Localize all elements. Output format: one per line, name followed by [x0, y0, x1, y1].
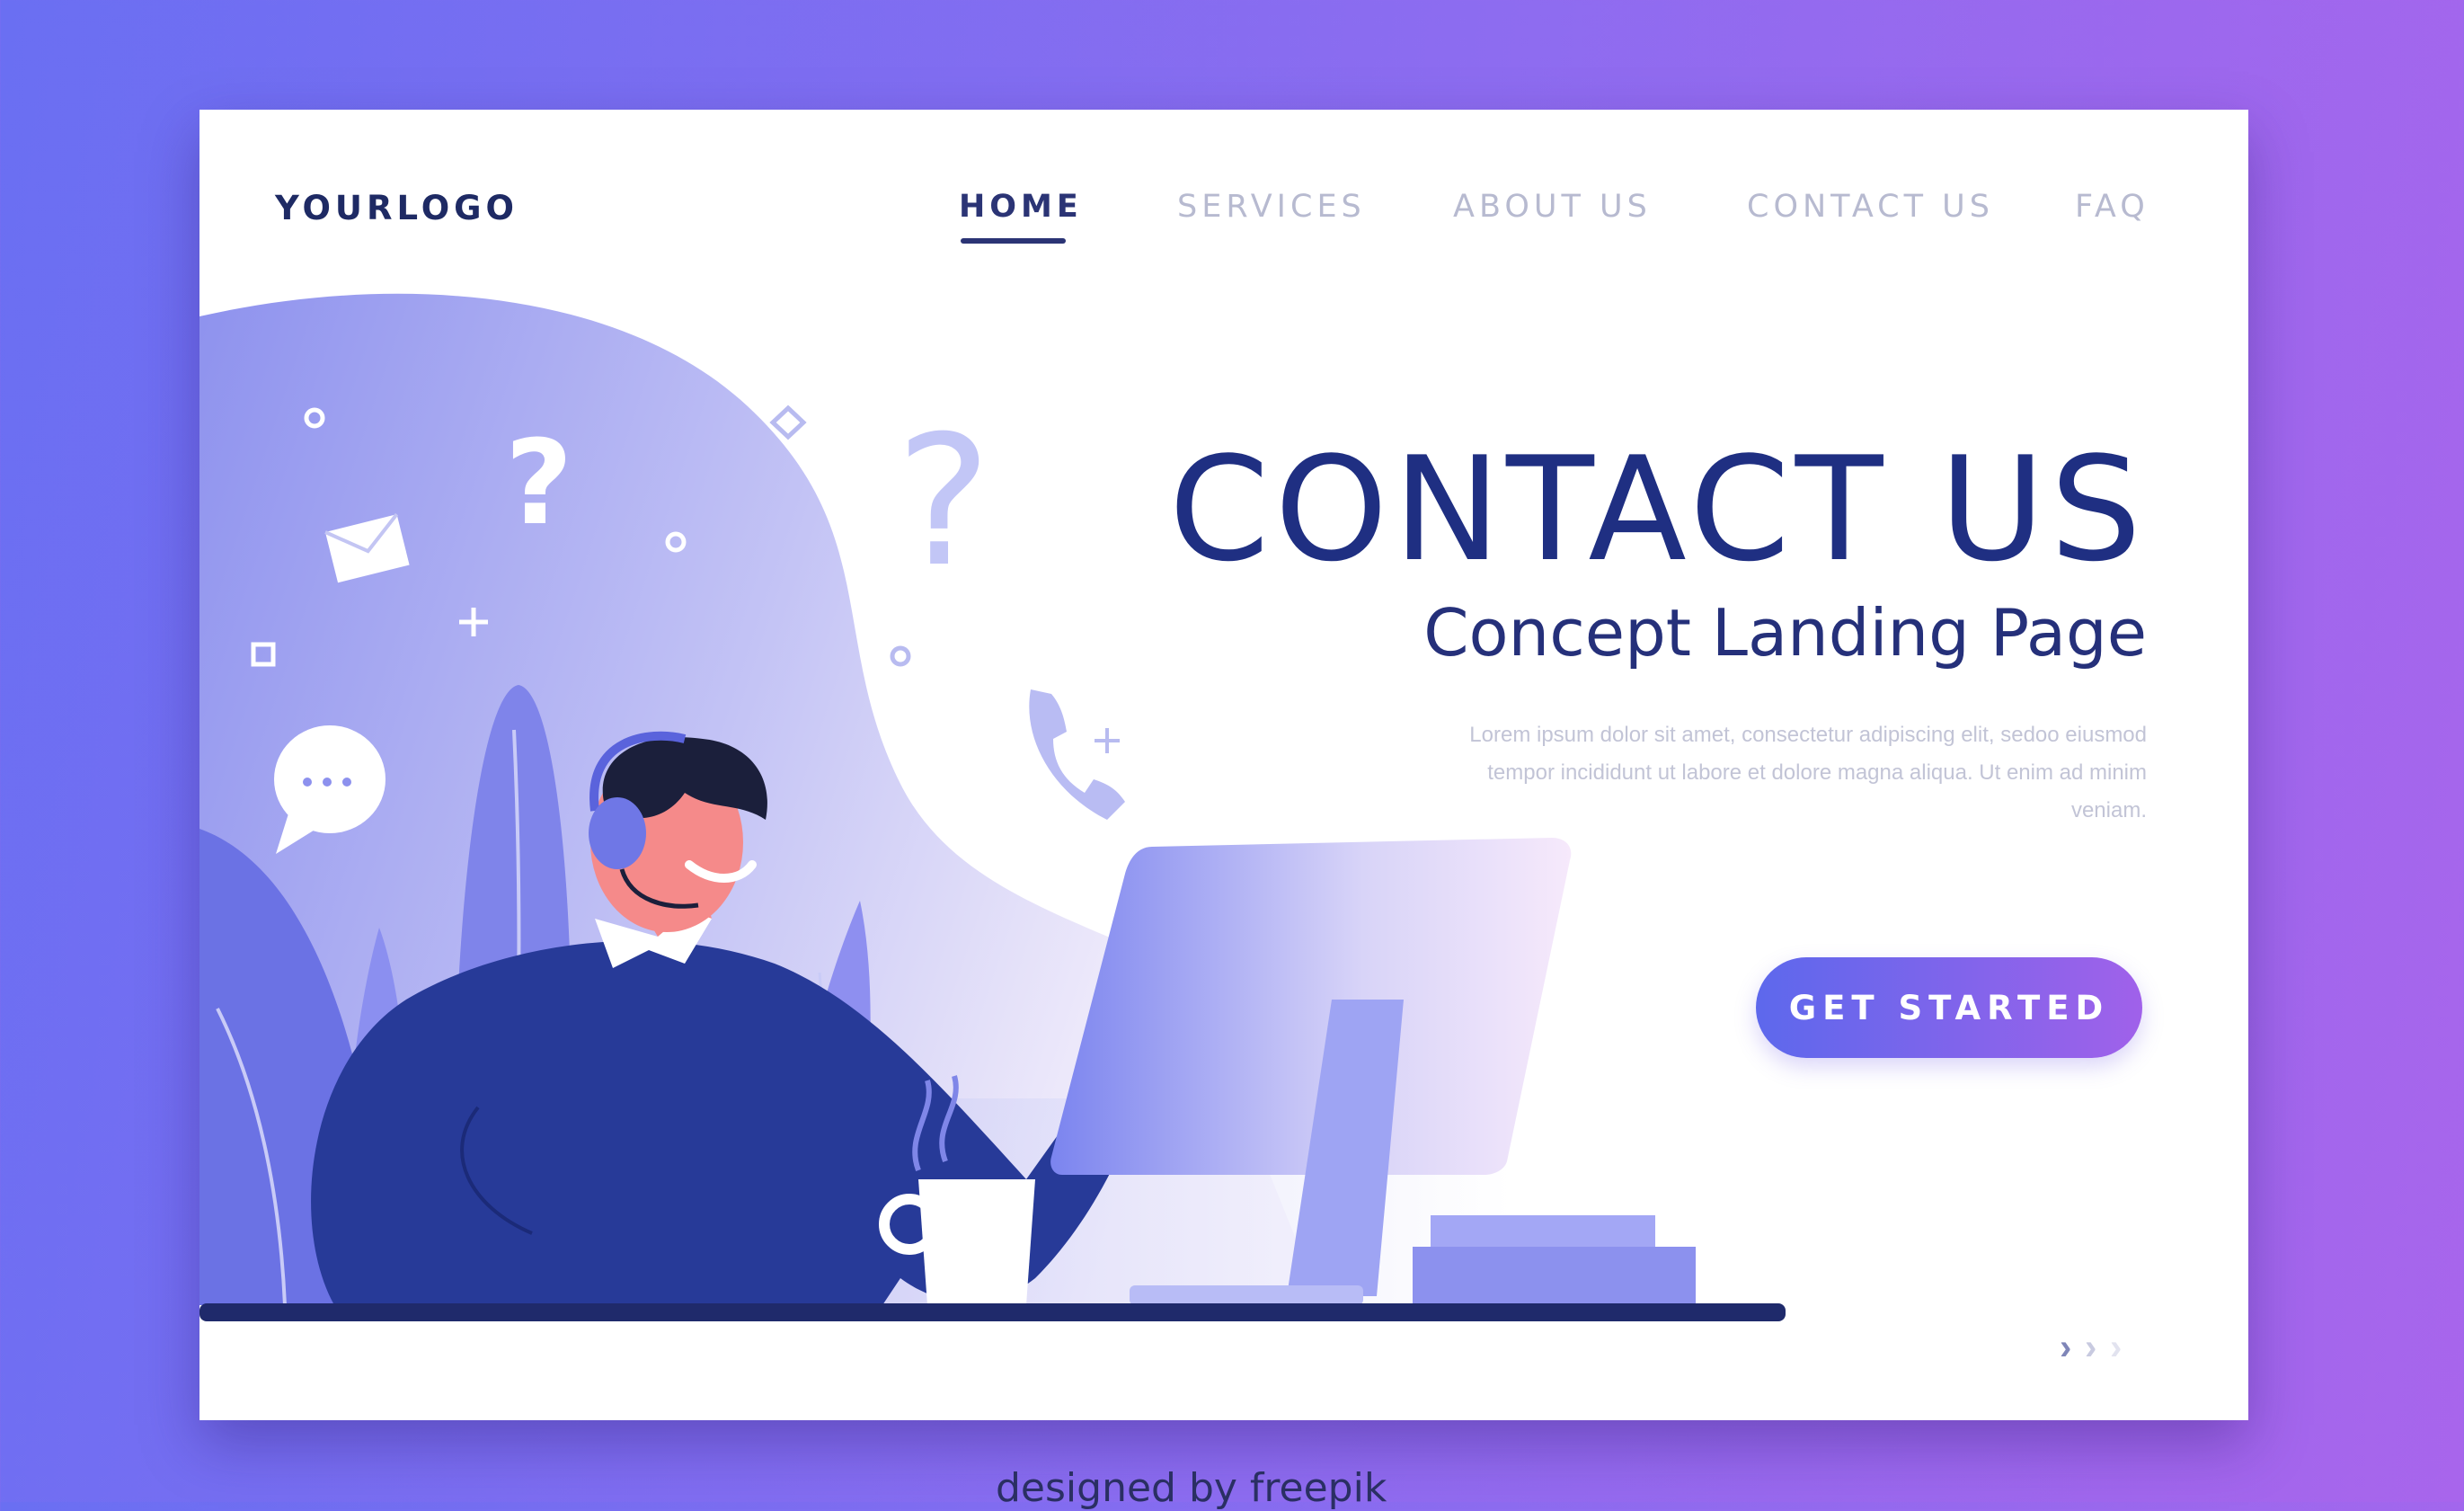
- diamond-icon: [769, 404, 807, 440]
- landing-page-card: ? ? YOURLOGO HOME SERVICES ABOUT US CONT…: [199, 110, 2248, 1420]
- plus-icon: [1095, 728, 1120, 753]
- nav-item-faq[interactable]: FAQ: [2075, 189, 2149, 225]
- chevron-right-icon[interactable]: ›: [2110, 1328, 2122, 1368]
- get-started-button[interactable]: GET STARTED: [1756, 957, 2142, 1058]
- hero-body-text: Lorem ipsum dolor sit amet, consectetur …: [1469, 723, 2147, 822]
- book-stack: [1413, 1215, 1696, 1305]
- nav-item-about-us[interactable]: ABOUT US: [1453, 189, 1652, 225]
- question-mark-icon: ?: [505, 414, 572, 551]
- active-nav-underline: [961, 238, 1066, 244]
- main-navigation: HOME SERVICES ABOUT US CONTACT US FAQ: [199, 189, 2248, 243]
- phone-icon: [1029, 689, 1125, 820]
- nav-item-home[interactable]: HOME: [959, 189, 1083, 225]
- hero-subtitle: Concept Landing Page: [1423, 595, 2147, 671]
- desk: [199, 1303, 1786, 1321]
- designer-credit: designed by freepik: [996, 1465, 1387, 1511]
- hero-title: CONTACT US: [1168, 425, 2147, 593]
- question-mark-icon: ?: [896, 397, 991, 607]
- slide-pager: › › ›: [2060, 1328, 2149, 1367]
- nav-item-services[interactable]: SERVICES: [1177, 189, 1366, 225]
- svg-text:?: ?: [896, 397, 991, 607]
- nav-item-contact-us[interactable]: CONTACT US: [1747, 189, 1994, 225]
- chevron-right-icon[interactable]: ›: [2060, 1328, 2071, 1368]
- chevron-right-icon[interactable]: ›: [2085, 1328, 2096, 1368]
- svg-text:?: ?: [505, 414, 572, 551]
